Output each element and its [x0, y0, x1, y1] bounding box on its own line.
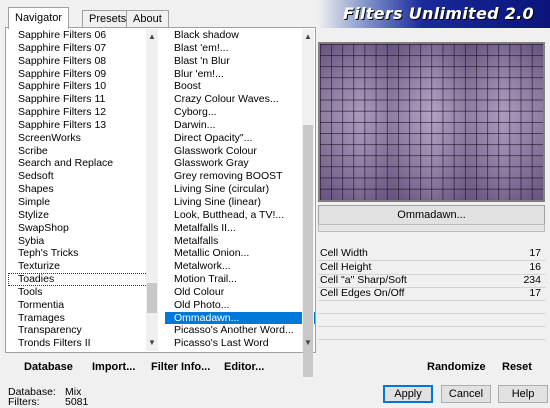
category-item[interactable]: Sapphire Filters 13: [8, 119, 158, 132]
category-item[interactable]: Tramages: [8, 312, 158, 325]
filter-item[interactable]: Darwin...: [165, 119, 315, 132]
control-row-cell-edges[interactable]: Cell Edges On/Off 17: [318, 287, 545, 300]
filter-item[interactable]: Picasso's Last Word: [165, 337, 315, 350]
category-item[interactable]: SwapShop: [8, 222, 158, 235]
category-item[interactable]: Simple: [8, 196, 158, 209]
control-label: Cell Width: [320, 247, 368, 259]
banner-title: Filters Unlimited 2.0: [342, 4, 534, 23]
import-button[interactable]: Import...: [92, 361, 135, 373]
filter-item[interactable]: Old Colour: [165, 286, 315, 299]
category-item[interactable]: Tronds Filters II: [8, 337, 158, 350]
filter-item[interactable]: Ommadawn...: [165, 311, 315, 325]
randomize-button[interactable]: Randomize: [427, 361, 486, 373]
filter-item[interactable]: Old Photo...: [165, 299, 315, 312]
category-item[interactable]: Texturize: [8, 260, 158, 273]
category-item[interactable]: Toadies: [8, 273, 158, 286]
category-item[interactable]: Tormentia: [8, 299, 158, 312]
filter-item[interactable]: Metalwork...: [165, 260, 315, 273]
category-item[interactable]: Tronds Filters III: [8, 350, 158, 351]
category-item[interactable]: Sapphire Filters 12: [8, 106, 158, 119]
scroll-down-icon[interactable]: ▼: [302, 337, 314, 349]
scroll-up-icon[interactable]: ▲: [302, 31, 314, 43]
filter-item[interactable]: Blast 'n Blur: [165, 55, 315, 68]
category-item[interactable]: Sybia: [8, 235, 158, 248]
divider: [318, 313, 545, 314]
control-row-cell-sharp-soft[interactable]: Cell "a" Sharp/Soft 234: [318, 274, 545, 287]
filter-item[interactable]: Metalfalls II...: [165, 222, 315, 235]
filter-item[interactable]: Metalfalls: [165, 235, 315, 248]
control-label: Cell "a" Sharp/Soft: [320, 274, 407, 286]
filter-info-button[interactable]: Filter Info...: [151, 361, 210, 373]
category-item[interactable]: Sapphire Filters 07: [8, 42, 158, 55]
category-item[interactable]: Transparency: [8, 324, 158, 337]
control-label: Cell Height: [320, 261, 372, 273]
preview-image: [320, 44, 543, 200]
category-item[interactable]: Sapphire Filters 08: [8, 55, 158, 68]
filter-item[interactable]: Motion Trail...: [165, 273, 315, 286]
filter-scrollbar[interactable]: ▲ ▼: [302, 29, 314, 377]
reset-button[interactable]: Reset: [502, 361, 532, 373]
control-label: Cell Edges On/Off: [320, 287, 405, 299]
filter-item[interactable]: Crazy Colour Waves...: [165, 93, 315, 106]
filter-item[interactable]: Black shadow: [165, 29, 315, 42]
filter-item[interactable]: Metallic Onion...: [165, 247, 315, 260]
divider: [318, 326, 545, 327]
category-item[interactable]: Scribe: [8, 145, 158, 158]
tab-navigator[interactable]: Navigator: [8, 7, 70, 29]
control-row-cell-height[interactable]: Cell Height 16: [318, 261, 545, 274]
category-item[interactable]: Teph's Tricks: [8, 247, 158, 260]
filter-item[interactable]: Cyborg...: [165, 106, 315, 119]
filters-info-label: Filters:: [8, 396, 40, 408]
progress-bar: [318, 224, 545, 232]
category-item[interactable]: Sapphire Filters 09: [8, 68, 158, 81]
category-item[interactable]: Stylize: [8, 209, 158, 222]
control-row-cell-width[interactable]: Cell Width 17: [318, 247, 545, 260]
category-item[interactable]: ScreenWorks: [8, 132, 158, 145]
category-item[interactable]: Sedsoft: [8, 170, 158, 183]
filter-item[interactable]: Grey removing BOOST: [165, 170, 315, 183]
filter-item[interactable]: Glasswork Gray: [165, 157, 315, 170]
tab-bar: Navigator Presets About: [4, 6, 309, 29]
category-item[interactable]: Search and Replace: [8, 157, 158, 170]
help-button[interactable]: Help: [498, 385, 548, 403]
filter-item[interactable]: Picasso's Another Word...: [165, 324, 315, 337]
tab-about[interactable]: About: [126, 10, 169, 28]
category-item[interactable]: Sapphire Filters 10: [8, 80, 158, 93]
filter-list[interactable]: Black shadow Blast 'em!... Blast 'n Blur Bl…: [165, 29, 315, 351]
filter-item[interactable]: Boost: [165, 80, 315, 93]
filter-item[interactable]: Living Sine (linear): [165, 196, 315, 209]
filter-item[interactable]: Direct Opacity"...: [165, 132, 315, 145]
control-value[interactable]: 17: [529, 287, 541, 300]
control-value[interactable]: 16: [529, 261, 541, 274]
filters-info: Filters: 5081: [8, 396, 88, 408]
category-item[interactable]: Shapes: [8, 183, 158, 196]
database-button[interactable]: Database: [24, 361, 73, 373]
filter-item[interactable]: Glasswork Colour: [165, 145, 315, 158]
preview-frame: [318, 42, 545, 202]
filter-item[interactable]: Plain Mosaic Blur: [165, 350, 315, 351]
control-value[interactable]: 234: [523, 274, 541, 287]
category-scroll-thumb[interactable]: [147, 283, 157, 313]
filter-name-button[interactable]: Ommadawn...: [318, 205, 545, 225]
category-scrollbar[interactable]: ▲ ▼: [146, 29, 158, 351]
category-item[interactable]: Sapphire Filters 11: [8, 93, 158, 106]
scroll-up-icon[interactable]: ▲: [146, 31, 158, 43]
editor-button[interactable]: Editor...: [224, 361, 264, 373]
cancel-button[interactable]: Cancel: [441, 385, 491, 403]
filters-info-value: 5081: [65, 396, 89, 408]
control-value[interactable]: 17: [529, 247, 541, 260]
filter-item[interactable]: Living Sine (circular): [165, 183, 315, 196]
apply-button[interactable]: Apply: [383, 385, 433, 403]
filter-item[interactable]: Look, Butthead, a TV!...: [165, 209, 315, 222]
filter-item[interactable]: Blast 'em!...: [165, 42, 315, 55]
banner: Filters Unlimited 2.0: [318, 0, 550, 28]
divider: [318, 339, 545, 340]
scroll-down-icon[interactable]: ▼: [146, 337, 158, 349]
filter-item[interactable]: Blur 'em!...: [165, 68, 315, 81]
category-list[interactable]: Sapphire Filters 06 Sapphire Filters 07 Sa…: [8, 29, 158, 351]
divider: [318, 300, 545, 301]
category-item[interactable]: Tools: [8, 286, 158, 299]
category-item[interactable]: Sapphire Filters 06: [8, 29, 158, 42]
